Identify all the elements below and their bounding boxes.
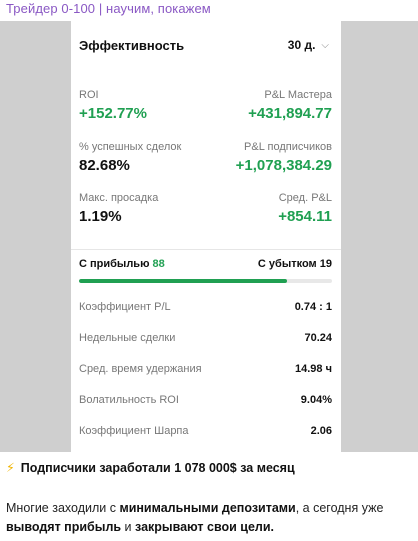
period-label: 30 д. <box>287 38 316 52</box>
stat-value: +1,078,384.29 <box>235 157 332 174</box>
stat-value: 1.19% <box>79 208 122 225</box>
stat-1: ROI +152.77% <box>79 89 147 122</box>
stat-label: % успешных сделок <box>79 141 182 153</box>
screenshot-image[interactable]: Эффективность 30 д. ⌵ ROI +152.77% P&L Маст… <box>0 21 418 452</box>
win-loss-bar-fill <box>79 279 288 283</box>
period-selector: 30 д. ⌵ <box>288 38 329 52</box>
channel-title[interactable]: Трейдер 0-100 | научим, покажем <box>6 1 211 16</box>
chevron-down-icon: ⌵ <box>321 40 329 51</box>
stat-6: Сред. P&L +854.11 <box>278 192 332 225</box>
profit-count: 88 <box>152 258 165 270</box>
stat-5: Макс. просадка 1.19% <box>79 192 158 225</box>
post-body-text: Многие заходили с <box>6 501 120 515</box>
stat-4: P&L подписчиков +1,078,384.29 <box>236 141 332 174</box>
headline-text: Подписчики заработали 1 078 000$ за меся… <box>20 461 295 475</box>
stat-value: 82.68% <box>79 157 130 174</box>
stat-label: Макс. просадка <box>79 192 159 204</box>
post-body-emphasis: закрывают свои цели. <box>135 520 275 534</box>
metric-label: Недельные сделки <box>79 332 176 344</box>
metric-label: Коэффициент P/L <box>79 301 171 313</box>
card-title: Эффективность <box>79 38 185 53</box>
stat-value: +431,894.77 <box>248 105 332 122</box>
stat-label: P&L подписчиков <box>244 141 332 153</box>
profit-label: С прибылью <box>79 258 150 270</box>
metric-value: 0.74 : 1 <box>294 301 332 313</box>
post-body-emphasis: минимальными депозитами <box>119 501 296 515</box>
stat-3: % успешных сделок 82.68% <box>79 141 181 174</box>
loss-trades: С убытком 19 <box>258 258 332 270</box>
post-body: Многие заходили с минимальными депозитам… <box>6 499 414 537</box>
metric-value: 14.98 ч <box>295 363 332 375</box>
metric-label: Волатильность ROI <box>79 394 179 406</box>
metric-label: Сред. время удержания <box>79 363 202 375</box>
stat-value: +152.77% <box>79 105 147 122</box>
stat-label: P&L Мастера <box>264 89 332 101</box>
metric-value: 9.04% <box>300 394 332 406</box>
loss-count: 19 <box>319 258 332 270</box>
metric-label: Коэффициент Шарпа <box>79 425 189 437</box>
metric-value: 70.24 <box>304 332 332 344</box>
loss-label: С убытком <box>257 258 317 270</box>
stat-label: ROI <box>79 89 99 101</box>
win-loss-bar <box>79 279 332 283</box>
post-body-text: , а сегодня уже <box>295 501 384 515</box>
stat-value: +854.11 <box>278 208 332 225</box>
metric-value: 2.06 <box>310 425 332 437</box>
profit-trades: С прибылью 88 <box>79 258 165 270</box>
post-body-text: и <box>121 520 136 534</box>
post-headline: ⚡ Подписчики заработали 1 078 000$ за мес… <box>6 460 295 475</box>
stat-2: P&L Мастера +431,894.77 <box>248 89 332 122</box>
stat-label: Сред. P&L <box>278 192 332 204</box>
performance-card: Эффективность 30 д. ⌵ ROI +152.77% P&L Маст… <box>71 21 341 452</box>
lightning-icon: ⚡ <box>6 461 15 475</box>
divider <box>71 249 341 250</box>
post-body-emphasis: выводят прибыль <box>6 520 122 534</box>
